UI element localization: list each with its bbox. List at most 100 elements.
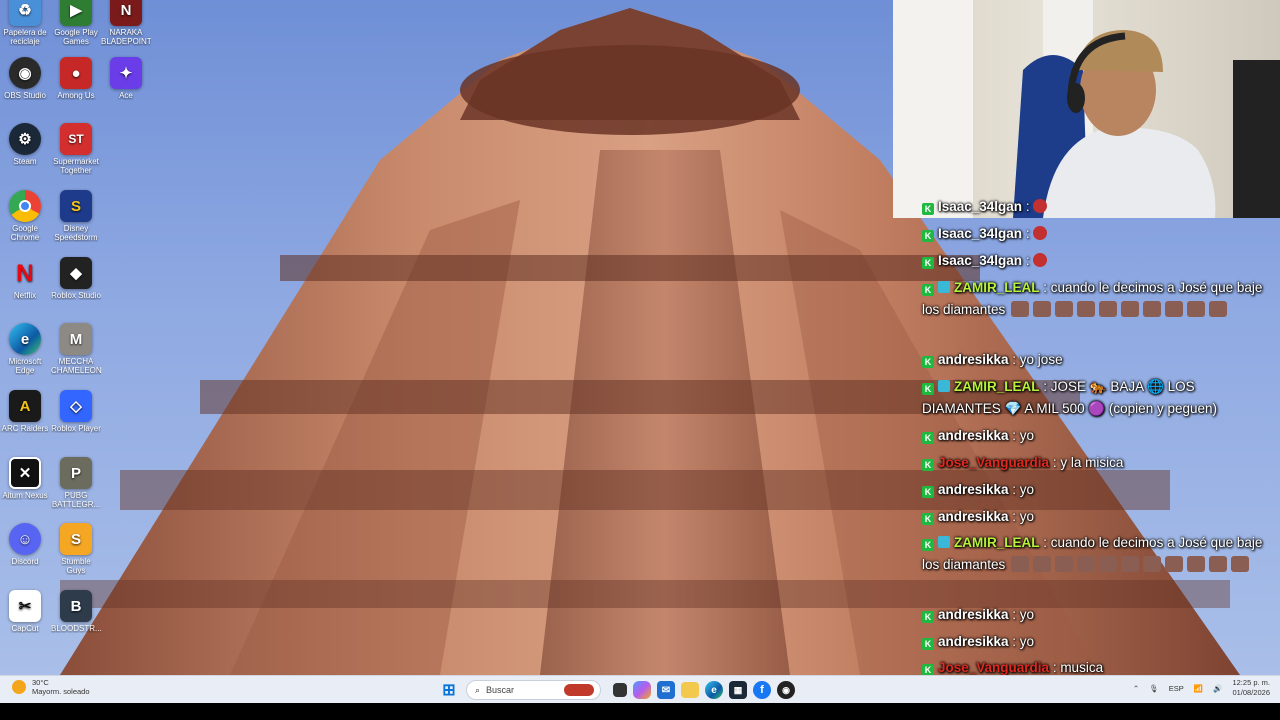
desktop-icon-stumble-guys[interactable]: S Stumble Guys: [51, 523, 101, 575]
desktop-icon-roblox-player[interactable]: ◇ Roblox Player: [51, 390, 101, 433]
emote-icon: [1209, 556, 1228, 572]
desktop-icon-obs[interactable]: ◉ OBS Studio: [0, 57, 50, 100]
desktop-icon-steam[interactable]: ⚙ Steam: [0, 123, 50, 166]
subscriber-badge-icon: [938, 380, 950, 392]
streamer-badge-icon: K: [922, 230, 934, 242]
desktop-icon-label: Google Chrome: [10, 224, 40, 242]
chat-username: Isaac_34lgan: [938, 199, 1023, 214]
aitum-nexus-icon: ✕: [9, 457, 41, 489]
emote-icon: [1099, 301, 1118, 317]
chat-username: Isaac_34lgan: [938, 226, 1023, 241]
emote-icon: [1121, 301, 1140, 317]
streamer-badge-icon: K: [922, 459, 934, 471]
store-icon[interactable]: ▦: [729, 681, 747, 699]
start-button[interactable]: ⊞: [438, 679, 460, 701]
desktop-icon-capcut[interactable]: ✂ CapCut: [0, 590, 50, 633]
chat-message: Kandresikka : yo jose: [922, 349, 1272, 371]
wifi-icon[interactable]: 📶: [1194, 684, 1203, 693]
desktop-icon-label: Netflix: [13, 291, 37, 300]
chat-username: Jose_Vanguardia: [938, 660, 1050, 675]
emote-icon: [1165, 556, 1184, 572]
emote-icon: [1033, 556, 1052, 572]
edge-taskbar-icon[interactable]: e: [705, 681, 723, 699]
clock-date: 01/08/2026: [1232, 688, 1270, 697]
emote-icon: [1165, 301, 1184, 317]
desktop-icon-netflix[interactable]: N Netflix: [0, 257, 50, 300]
obs-taskbar-icon[interactable]: ◉: [777, 681, 795, 699]
desktop-icon-arc-raiders[interactable]: A ARC Raiders: [0, 390, 50, 433]
emote-icon: [1099, 556, 1118, 572]
desktop-icon-among-us[interactable]: ● Among Us: [51, 57, 101, 100]
desktop-icon-naraka[interactable]: N NARAKA BLADEPOINT: [101, 0, 151, 46]
weather-widget[interactable]: 30°C Mayorm. soleado: [12, 678, 90, 696]
chat-message: Kandresikka : yo: [922, 425, 1272, 447]
netflix-icon: N: [16, 259, 34, 287]
chat-username: andresikka: [938, 352, 1009, 367]
letterbox-bar: [0, 703, 1280, 720]
desktop-icon-label: Discord: [11, 557, 39, 566]
desktop-icon-label: BLOODSTR...: [51, 624, 101, 633]
desktop-icon-google-play-games[interactable]: ▶ Google Play Games: [51, 0, 101, 46]
webcam-overlay: [893, 0, 1280, 218]
naraka-icon: N: [110, 0, 142, 26]
desktop-icon-aitum-nexus[interactable]: ✕ Aitum Nexus: [0, 457, 50, 500]
outlook-icon[interactable]: ✉: [657, 681, 675, 699]
chat-text: :: [1022, 199, 1034, 214]
task-view-icon[interactable]: [613, 683, 627, 697]
disney-speedstorm-icon: S: [60, 190, 92, 222]
chat-username: andresikka: [938, 634, 1009, 649]
among-us-icon: ●: [60, 57, 92, 89]
desktop-icon-label: Supermarket Together: [53, 157, 99, 175]
desktop-icon-bloodstrike[interactable]: B BLOODSTR...: [51, 590, 101, 633]
desktop-icon-edge[interactable]: e Microsoft Edge: [0, 323, 50, 375]
microphone-icon[interactable]: 🎙: [1149, 684, 1159, 693]
clock-time: 12:25 p. m.: [1232, 678, 1270, 687]
recycle-bin-icon: ♻: [9, 0, 41, 26]
chat-message: Kandresikka : yo: [922, 631, 1272, 653]
desktop-icon-label: Microsoft Edge: [8, 357, 42, 375]
desktop-icon-disney-speedstorm[interactable]: S Disney Speedstorm: [51, 190, 101, 242]
emote-icon: [1143, 301, 1162, 317]
taskbar-apps: ⊞ ⌕ Buscar ✉ e ▦ f ◉: [438, 679, 795, 701]
desktop-icon-supermarket-together[interactable]: ST Supermarket Together: [51, 123, 101, 175]
file-explorer-icon[interactable]: [681, 682, 699, 698]
desktop-icon-label: Ace: [119, 91, 133, 100]
roblox-studio-icon: ◆: [60, 257, 92, 289]
chat-text: :: [1022, 226, 1034, 241]
desktop-icon-label: Disney Speedstorm: [54, 224, 98, 242]
weather-temperature: 30°C: [32, 678, 49, 687]
chat-text: : yo: [1008, 607, 1035, 622]
desktop-icon-meccha-chameleon[interactable]: M MECCHA CHAMELEON: [51, 323, 101, 375]
chat-message: Kandresikka : yo: [922, 479, 1272, 501]
rose-emote-icon: [1033, 199, 1048, 213]
arc-raiders-icon: A: [9, 390, 41, 422]
weather-description: Mayorm. soleado: [32, 687, 90, 696]
emote-icon: [1077, 556, 1096, 572]
search-placeholder: Buscar: [486, 685, 515, 695]
language-indicator[interactable]: ESP: [1169, 684, 1184, 693]
desktop-icon-roblox-studio[interactable]: ◆ Roblox Studio: [51, 257, 101, 300]
desktop-icon-chrome[interactable]: Google Chrome: [0, 190, 50, 242]
rose-emote-icon: [1033, 226, 1048, 240]
desktop-icon-ace[interactable]: ✦ Ace: [101, 57, 151, 100]
chat-message: K ZAMIR_LEAL : JOSE 🐅 BAJA 🌐 LOS DIAMANTE…: [922, 376, 1272, 420]
desktop-icon-discord[interactable]: ☺ Discord: [0, 523, 50, 566]
meccha-chameleon-icon: M: [60, 323, 92, 355]
roblox-player-icon: ◇: [60, 390, 92, 422]
desktop-icon-label: Among Us: [57, 91, 95, 100]
clock[interactable]: 12:25 p. m. 01/08/2026: [1232, 678, 1270, 698]
copilot-icon[interactable]: [633, 681, 651, 699]
chevron-up-icon[interactable]: ⌃: [1133, 684, 1139, 693]
chat-message: K Isaac_34lgan :: [922, 250, 1272, 272]
supermarket-together-icon: ST: [60, 123, 92, 155]
desktop-icon-pubg[interactable]: P PUBG BATTLEGR...: [51, 457, 101, 509]
desktop-icon-recycle-bin[interactable]: ♻ Papelera de reciclaje: [0, 0, 50, 46]
chat-username: ZAMIR_LEAL: [954, 535, 1040, 550]
chat-overlay: K Isaac_34lgan : K Isaac_34lgan : K Isaac_3…: [916, 196, 1276, 676]
volume-icon[interactable]: 🔊: [1213, 684, 1222, 693]
sun-icon: [12, 680, 26, 694]
chat-username: andresikka: [938, 482, 1009, 497]
facebook-icon[interactable]: f: [753, 681, 771, 699]
emote-icon: [1011, 556, 1030, 572]
search-box[interactable]: ⌕ Buscar: [466, 680, 601, 700]
